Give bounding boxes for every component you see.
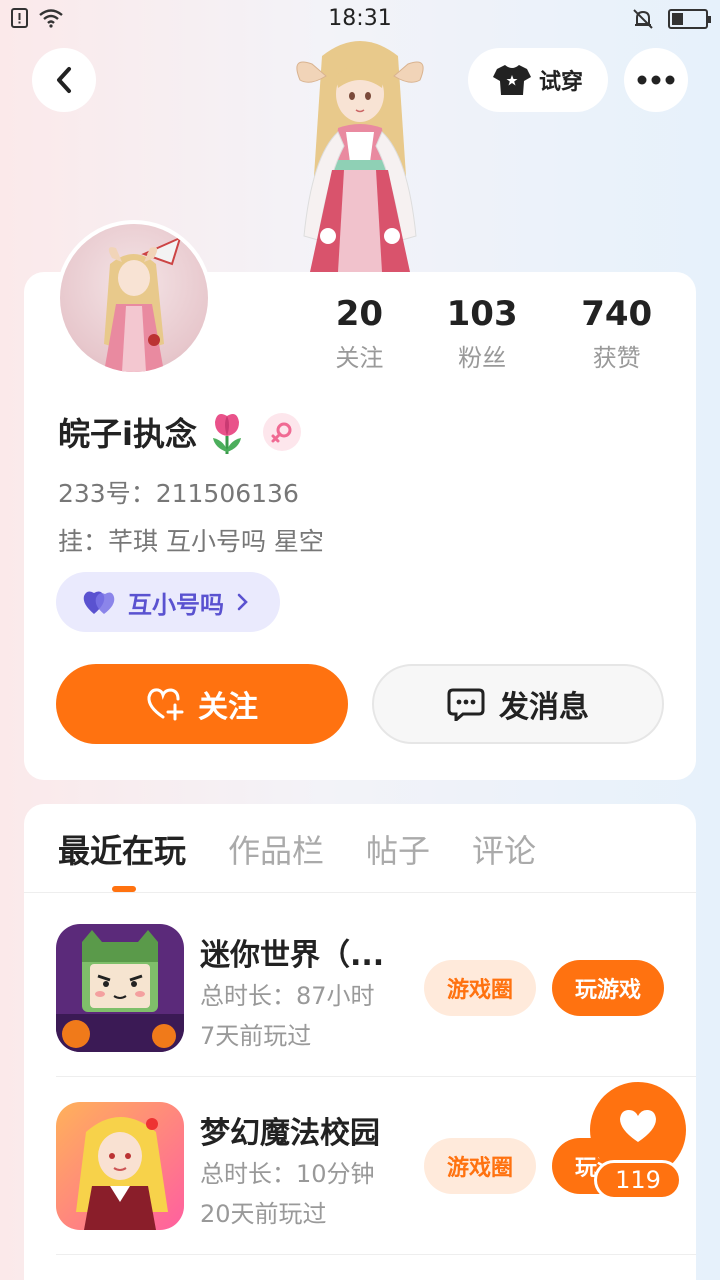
user-id: 233号：211506136 [58, 479, 299, 508]
more-button[interactable] [624, 48, 688, 112]
game-title: 梦幻魔法校园 [200, 1116, 380, 1151]
game-title: 迷你世界（... [200, 938, 385, 973]
name-row: 皖子i执念 [58, 408, 301, 456]
message-button[interactable]: 发消息 [372, 664, 664, 744]
heart-plus-icon [147, 688, 184, 721]
character-avatar-image [296, 41, 424, 272]
stat-likes[interactable]: 740 获赞 [549, 292, 684, 373]
status-bar: 18:31 [0, 0, 720, 38]
more-horizontal-icon [637, 75, 675, 85]
game-circle-button[interactable]: 游戏圈 [424, 1138, 536, 1194]
stat-likes-value: 740 [581, 294, 653, 334]
game-circle-button[interactable]: 游戏圈 [424, 960, 536, 1016]
female-gender-icon [262, 413, 301, 451]
stat-following-label: 关注 [335, 344, 384, 372]
game-last-played: 20天前玩过 [200, 1200, 327, 1228]
heart-icon [620, 1110, 656, 1142]
chat-bubble-icon [447, 688, 485, 721]
try-on-button[interactable]: 试穿 [468, 48, 608, 112]
game-duration: 总时长：10分钟 [200, 1160, 375, 1188]
profile-stats: 20 关注 103 粉丝 740 获赞 [304, 292, 684, 373]
tab-bar: 最近在玩 作品栏 帖子 评论 [58, 828, 536, 874]
like-count: 119 [594, 1160, 682, 1200]
back-button[interactable] [32, 48, 96, 112]
follow-button[interactable]: 关注 [56, 664, 348, 744]
user-name: 皖子i执念 [58, 415, 197, 453]
follow-button-label: 关注 [198, 690, 258, 725]
group-chip-label: 互小号吗 [128, 590, 224, 619]
play-game-button[interactable]: 玩游戏 [552, 960, 664, 1016]
tulip-emoji-icon [212, 414, 241, 454]
group-chip[interactable]: 互小号吗 [56, 572, 280, 632]
chevron-left-icon [57, 67, 71, 93]
tab-posts[interactable]: 帖子 [366, 828, 430, 874]
game-duration: 总时长：87小时 [200, 982, 375, 1010]
stat-followers-label: 粉丝 [458, 344, 507, 372]
tab-divider [24, 892, 696, 893]
heart-group-icon [83, 591, 115, 614]
stat-following-value: 20 [335, 294, 384, 334]
content-card: 最近在玩 作品栏 帖子 评论 迷你世界（... 总时长：87小时 7天前玩过 游… [24, 804, 696, 1280]
chevron-right-icon [237, 593, 248, 611]
row-divider [56, 1254, 696, 1255]
try-on-label: 试穿 [538, 70, 583, 95]
game-row[interactable]: 迷你世界（... 总时长：87小时 7天前玩过 游戏圈 玩游戏 [56, 924, 696, 1100]
stat-followers-value: 103 [446, 294, 518, 334]
tshirt-icon [492, 65, 531, 95]
stat-likes-label: 获赞 [592, 344, 641, 372]
game-last-played: 7天前玩过 [200, 1022, 312, 1050]
status-time: 18:31 [328, 6, 392, 31]
tab-works[interactable]: 作品栏 [228, 828, 324, 874]
row-divider [56, 1076, 696, 1077]
stat-followers[interactable]: 103 粉丝 [415, 292, 550, 373]
tab-recently-played[interactable]: 最近在玩 [58, 828, 186, 874]
tab-comments[interactable]: 评论 [472, 828, 536, 874]
game-icon-mini-world[interactable] [56, 924, 184, 1052]
battery-icon [668, 9, 711, 29]
user-signature: 挂：芊琪 互小号吗 星空 [58, 527, 324, 556]
avatar-image [104, 236, 182, 372]
stat-following[interactable]: 20 关注 [304, 292, 415, 373]
game-icon-magic-campus[interactable] [56, 1102, 184, 1230]
message-button-label: 发消息 [499, 690, 589, 725]
avatar[interactable] [56, 220, 212, 376]
bell-muted-icon [633, 9, 653, 29]
